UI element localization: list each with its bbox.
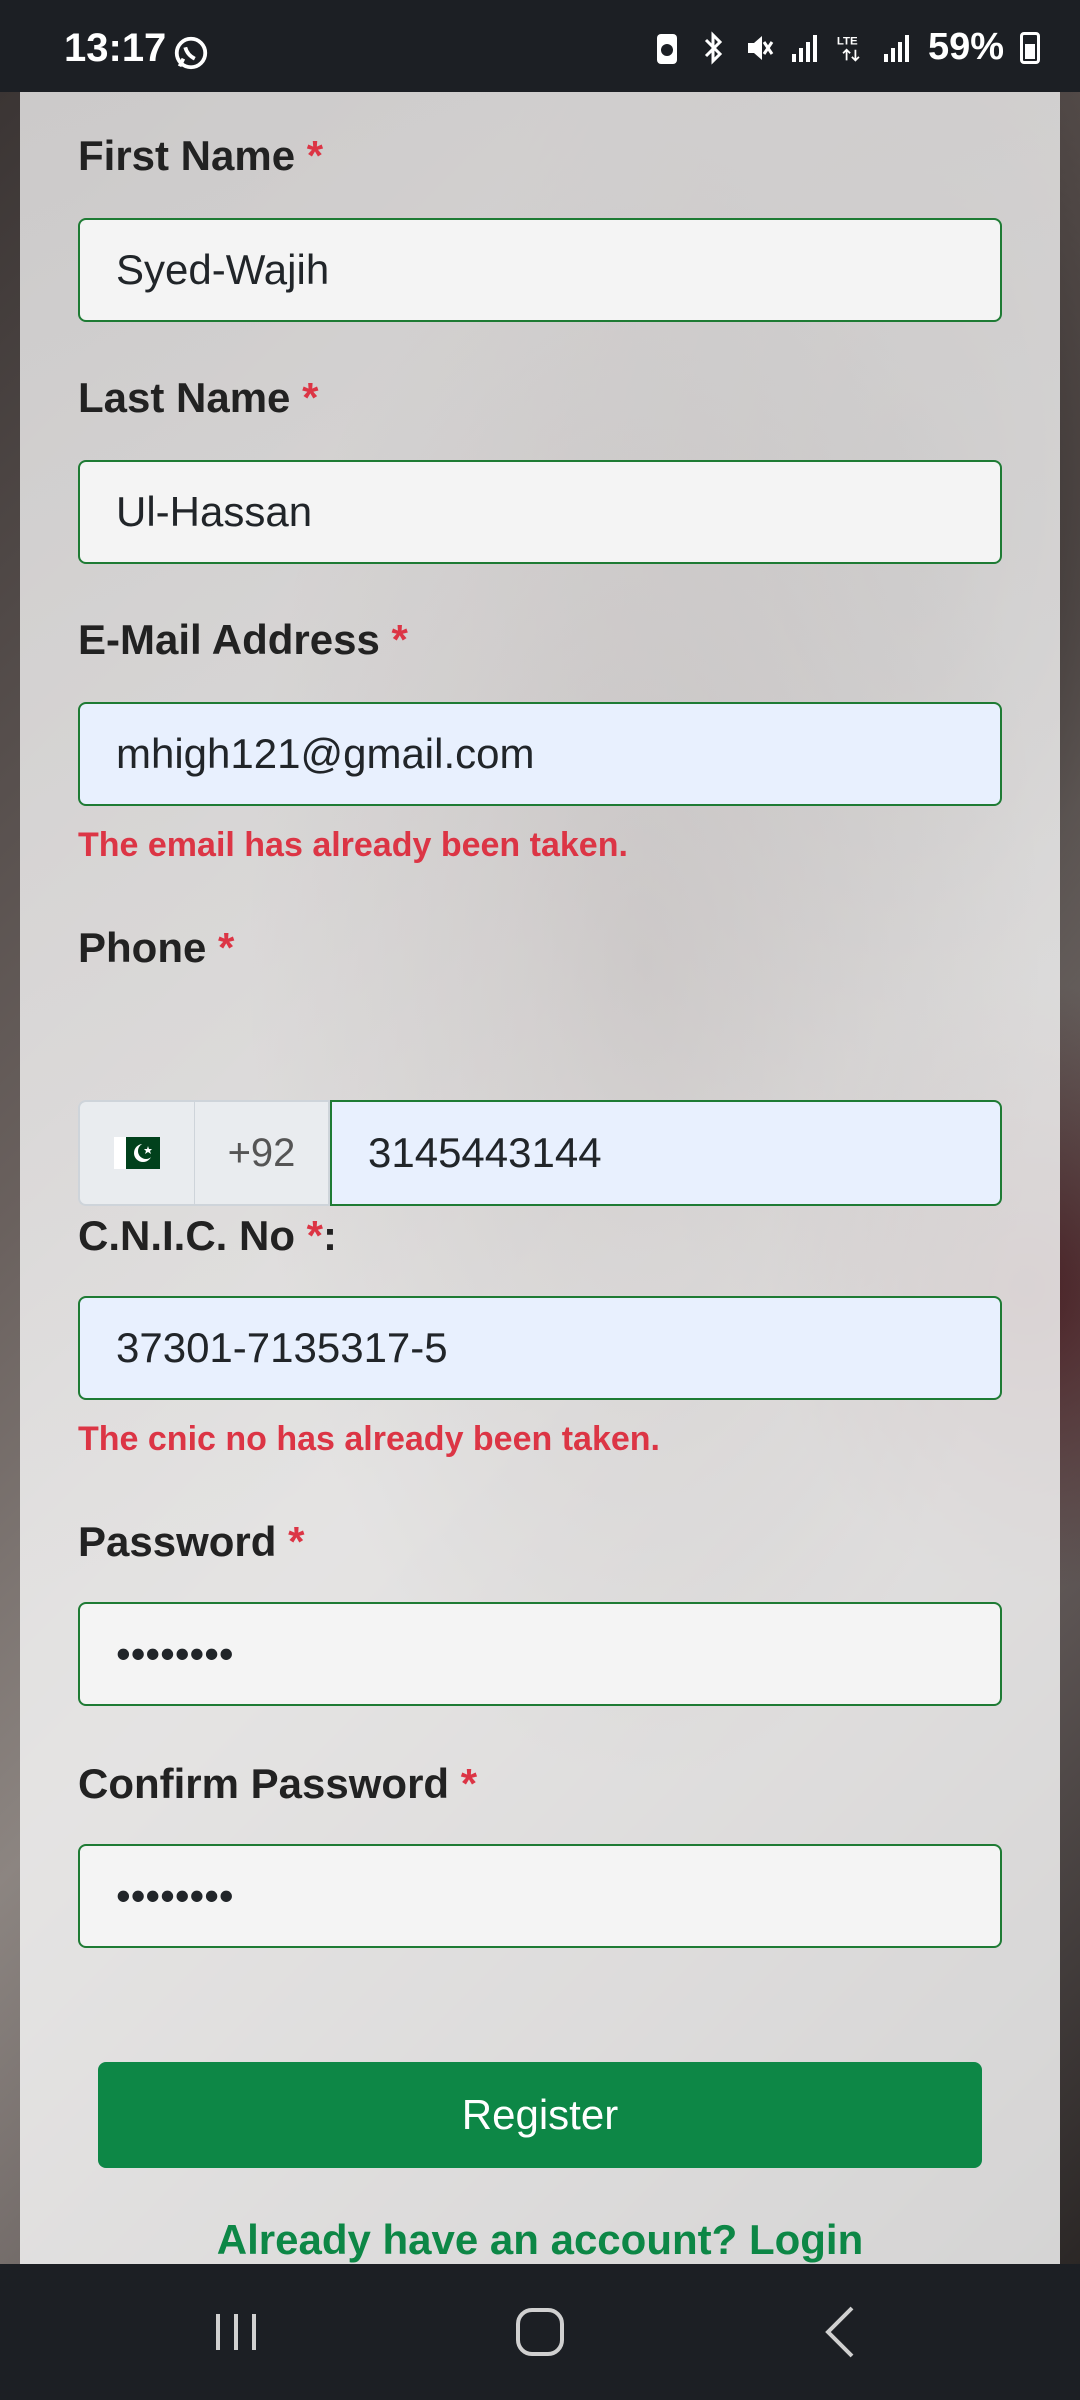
cnic-input[interactable]: 37301-7135317-5 — [78, 1296, 1002, 1400]
bluetooth-icon — [704, 30, 723, 65]
first-name-input[interactable]: Syed-Wajih — [78, 218, 1002, 322]
status-time: 13:17 — [64, 26, 167, 70]
last-name-label: Last Name * — [78, 374, 319, 421]
email-error: The email has already been taken. — [78, 826, 628, 864]
cnic-error: The cnic no has already been taken. — [78, 1420, 660, 1458]
recent-apps-icon[interactable] — [206, 2302, 266, 2362]
confirm-password-label: Confirm Password * — [78, 1760, 478, 1807]
registration-form: First Name * Syed-Wajih Last Name * Ul-H… — [20, 92, 1060, 2264]
battery-percent: 59% — [927, 26, 1004, 68]
svg-text:LTE: LTE — [837, 35, 858, 47]
first-name-label: First Name * — [78, 132, 324, 179]
phone-input-group: +92 3145443144 — [78, 1100, 1002, 1206]
battery-icon — [1020, 31, 1040, 64]
battery-saver-icon — [656, 33, 677, 64]
phone-label: Phone * — [78, 924, 235, 971]
whatsapp-icon — [174, 36, 208, 70]
email-input[interactable]: mhigh121@gmail.com — [78, 702, 1002, 806]
required-marker: * — [306, 1212, 324, 1259]
navigation-bar — [0, 2264, 1080, 2400]
back-icon[interactable] — [812, 2302, 872, 2362]
lte-icon: LTE — [837, 35, 860, 62]
email-label: E-Mail Address * — [78, 616, 408, 663]
pakistan-flag-icon — [114, 1137, 160, 1169]
cnic-label: C.N.I.C. No *: — [78, 1212, 338, 1259]
last-name-input[interactable]: Ul-Hassan — [78, 460, 1002, 564]
required-marker: * — [218, 924, 235, 971]
home-icon[interactable] — [510, 2302, 570, 2362]
signal-icon — [883, 34, 909, 62]
login-link[interactable]: Already have an account? Login — [20, 2216, 1060, 2264]
country-code: +92 — [194, 1100, 330, 1206]
required-marker: * — [288, 1518, 305, 1565]
password-input[interactable]: •••••••• — [78, 1602, 1002, 1706]
mute-icon — [747, 35, 774, 60]
country-selector[interactable] — [78, 1100, 194, 1206]
required-marker: * — [460, 1760, 478, 1807]
required-marker: * — [391, 616, 408, 663]
required-marker: * — [306, 132, 324, 179]
register-button[interactable]: Register — [98, 2062, 982, 2168]
confirm-password-input[interactable]: •••••••• — [78, 1844, 1002, 1948]
required-marker: * — [302, 374, 319, 421]
status-bar: 13:17 LTE 59% — [0, 0, 1080, 92]
password-label: Password * — [78, 1518, 305, 1565]
status-icons: LTE 59% — [652, 26, 1040, 69]
signal-icon — [791, 34, 817, 62]
phone-input[interactable]: 3145443144 — [330, 1100, 1002, 1206]
